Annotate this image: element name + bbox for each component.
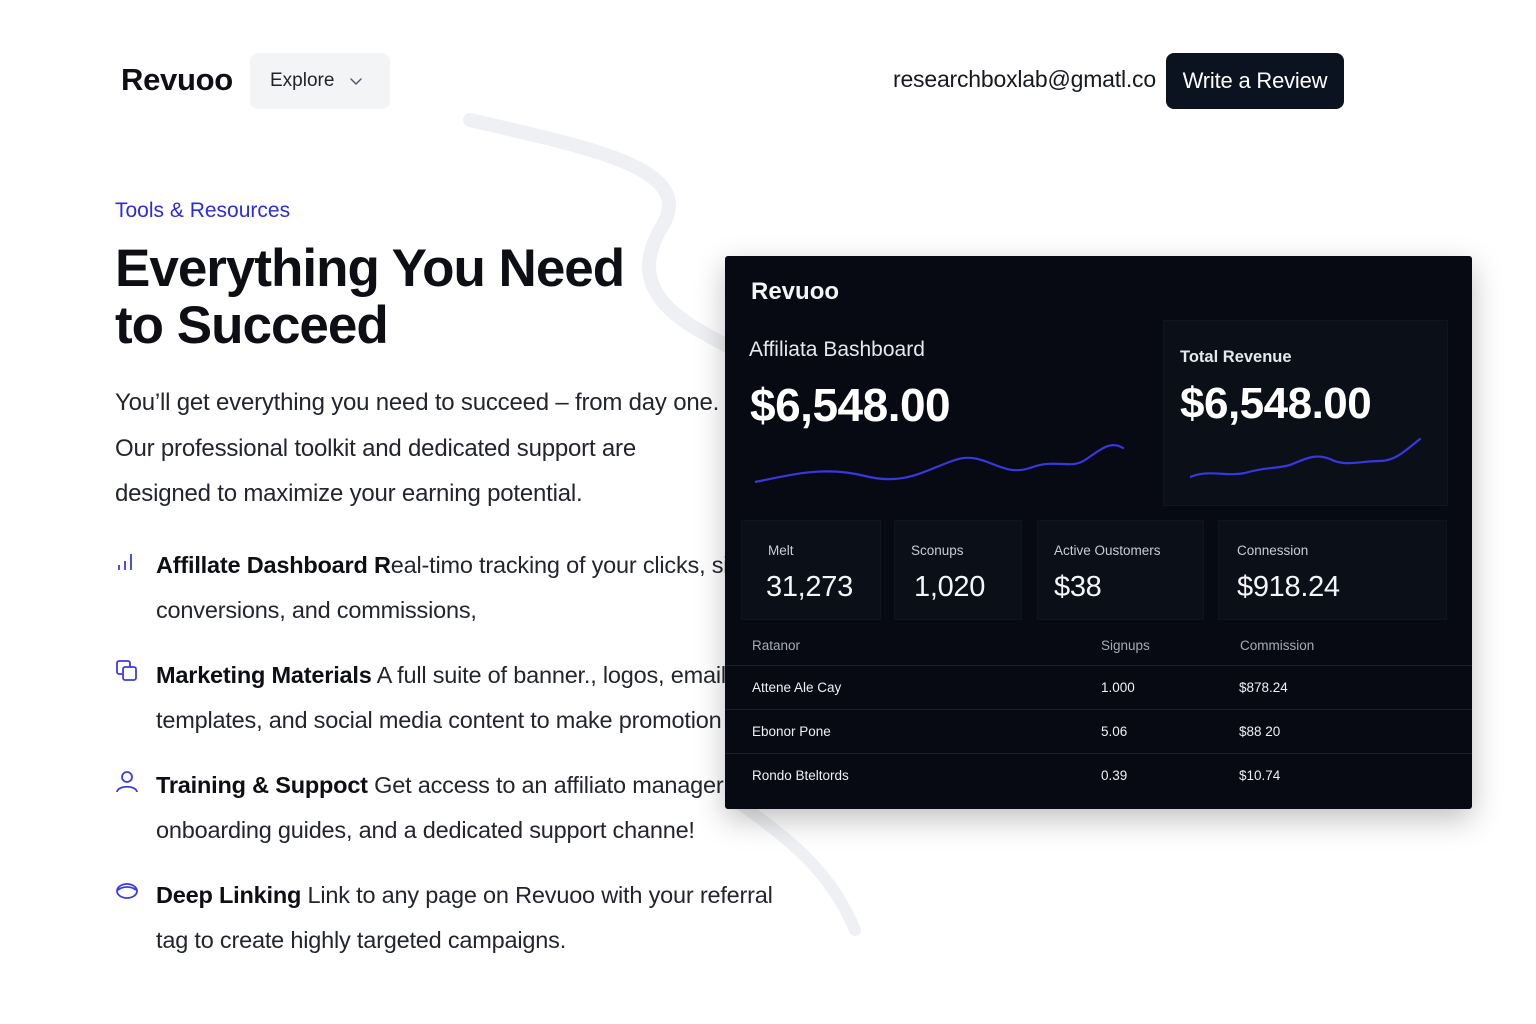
feature-title: Marketing Materials: [156, 662, 372, 688]
feature-text: Affillate Dashboard Real-timo tracking o…: [156, 543, 806, 632]
card-value: $6,548.00: [750, 379, 951, 431]
dashboard-logo: Revuoo: [751, 278, 840, 305]
table-cell: Ebonor Pone: [752, 724, 831, 739]
card-value: $6,548.00: [1180, 379, 1372, 428]
sparkline-chart: [755, 444, 1125, 484]
page: Revuoo Explore researchboxlab@gmatl.co W…: [0, 0, 1536, 1024]
copy-icon: [116, 660, 137, 681]
stat-card: Sconups 1,020: [894, 520, 1022, 620]
card-title: Total Revenue: [1180, 348, 1292, 366]
table-cell: 5.06: [1101, 724, 1128, 739]
column-header[interactable]: Signups: [1101, 638, 1150, 653]
table-cell: Attene Ale Cay: [752, 680, 842, 695]
stat-value: 1,020: [914, 571, 986, 603]
feature-title: Affillate Dashboard R: [156, 552, 391, 578]
user-icon: [116, 771, 138, 793]
stat-label: Active Oustomers: [1054, 543, 1161, 558]
column-header[interactable]: Commission: [1240, 638, 1314, 653]
table-header: Ratanor Signups Commission: [725, 622, 1472, 666]
table-cell: $878.24: [1239, 680, 1288, 695]
table-cell: Rondo Bteltords: [752, 768, 849, 783]
feature-text: Deep Linking Link to any page on Revuoo …: [156, 873, 806, 962]
table-cell: $10.74: [1239, 768, 1281, 783]
stat-card: Melt 31,273: [741, 520, 881, 620]
stats-row: Melt 31,273 Sconups 1,020 Active Oustome…: [741, 520, 1447, 620]
stat-value: $918.24: [1237, 571, 1340, 603]
feature-title: Deep Linking: [156, 882, 302, 908]
affiliate-dashboard-card: Affiliata Bashboard $6,548.00: [741, 320, 1157, 506]
stat-value: $38: [1054, 571, 1102, 603]
explore-dropdown[interactable]: Explore: [250, 53, 390, 109]
table-cell: 0.39: [1101, 768, 1128, 783]
account-email[interactable]: researchboxlab@gmatl.co: [893, 66, 1156, 93]
link-icon: [116, 883, 138, 899]
card-title: Affiliata Bashboard: [749, 338, 925, 361]
feature-title: Training & Suppoct: [156, 772, 368, 798]
section-eyebrow: Tools & Resources: [115, 199, 291, 222]
total-revenue-card: Total Revenue $6,548.00: [1163, 320, 1448, 506]
table-cell: 1.000: [1101, 680, 1135, 695]
stat-label: Melt: [768, 543, 794, 558]
brand-logo[interactable]: Revuoo: [121, 62, 233, 98]
table-row[interactable]: Rondo Bteltords 0.39 $10.74: [725, 754, 1472, 798]
page-title-line-2: to Succeed: [115, 296, 389, 355]
chevron-down-icon: [350, 78, 363, 85]
explore-label: Explore: [270, 70, 335, 91]
table-row[interactable]: Ebonor Pone 5.06 $88 20: [725, 710, 1472, 754]
feature-text: Marketing Materials A full suite of bann…: [156, 653, 806, 742]
dashboard-preview: Revuoo Affiliata Bashboard $6,548.00 Tot…: [725, 256, 1472, 809]
intro-paragraph: You’ll get everything you need to succee…: [115, 389, 720, 507]
stat-card: Active Oustomers $38: [1037, 520, 1204, 620]
stat-label: Sconups: [911, 543, 964, 558]
page-title-line-1: Everything You Need: [115, 239, 625, 298]
table-row[interactable]: Attene Ale Cay 1.000 $878.24: [725, 666, 1472, 710]
table-cell: $88 20: [1239, 724, 1281, 739]
stat-label: Connession: [1237, 543, 1309, 558]
stat-value: 31,273: [766, 571, 853, 603]
write-review-button[interactable]: Write a Review: [1166, 53, 1344, 109]
page-title: Everything You Need to Succeed: [115, 240, 715, 354]
sparkline-chart: [1190, 437, 1422, 479]
bar-chart-icon: [118, 554, 132, 570]
stat-card: Connession $918.24: [1218, 520, 1447, 620]
column-header[interactable]: Ratanor: [752, 638, 800, 653]
feature-text: Training & Suppoct Get access to an affi…: [156, 763, 806, 852]
